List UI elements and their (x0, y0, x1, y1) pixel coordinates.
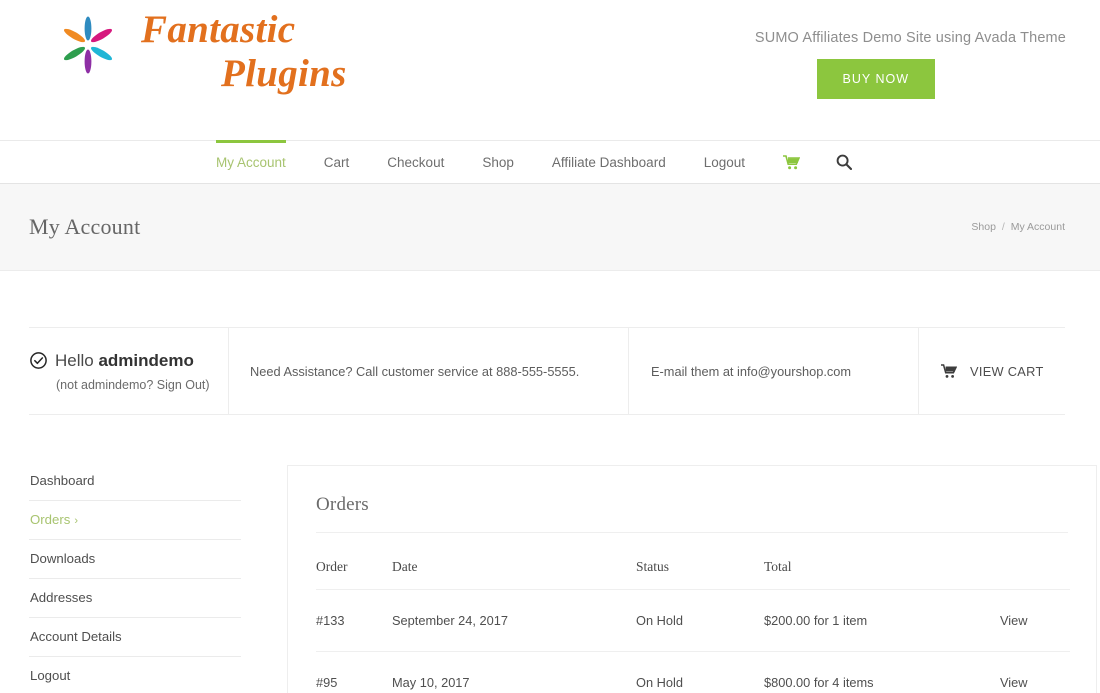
sidebar-item-dashboard[interactable]: Dashboard (29, 465, 241, 501)
sidebar-item-label: Dashboard (30, 473, 95, 488)
nav-label: Logout (703, 154, 745, 170)
sidebar-item-addresses[interactable]: Addresses (29, 579, 241, 618)
nav-label: My Account (216, 154, 286, 170)
main-navigation: My Account Cart Checkout Shop Affiliate … (0, 140, 1100, 184)
cell-status: On Hold (636, 651, 764, 693)
nav-item-checkout[interactable]: Checkout (387, 141, 444, 183)
cell-total: $800.00 for 4 items (764, 651, 1000, 693)
orders-heading: Orders (316, 494, 1068, 533)
nav-label: Cart (323, 154, 350, 170)
greeting-text: Hello admindemo (55, 351, 194, 371)
shopping-cart-icon[interactable] (783, 141, 800, 183)
header-right-block: SUMO Affiliates Demo Site using Avada Th… (755, 30, 1066, 99)
sidebar-item-orders[interactable]: Orders › (29, 501, 241, 540)
nav-item-logout[interactable]: Logout (704, 141, 745, 183)
signout-row: (not admindemo? Sign Out) (30, 378, 210, 392)
breadcrumb-parent[interactable]: Shop (971, 221, 996, 233)
cell-action[interactable]: View (1000, 589, 1070, 652)
account-info-bar: Hello admindemo (not admindemo? Sign Out… (29, 327, 1065, 415)
check-circle-icon (30, 352, 47, 369)
sidebar-item-label: Downloads (30, 551, 96, 566)
breadcrumb: Shop / My Account (971, 221, 1065, 233)
orders-table-body: #133 September 24, 2017 On Hold $200.00 … (316, 589, 1070, 693)
sidebar-item-label: Orders (30, 512, 71, 527)
sidebar-item-logout[interactable]: Logout (29, 657, 241, 693)
buy-now-button[interactable]: BUY NOW (816, 59, 935, 99)
greeting-prefix: Hello (55, 350, 99, 370)
logo-line-1: Fantastic (141, 8, 296, 51)
view-order-link[interactable]: View (1000, 613, 1028, 628)
assistance-text: Need Assistance? Call customer service a… (250, 363, 580, 379)
orders-panel: Orders Order Date Status Total #133 Sept… (287, 465, 1097, 693)
search-icon[interactable] (836, 141, 852, 183)
signout-link[interactable]: (not admindemo? Sign Out) (56, 378, 210, 392)
breadcrumb-current: My Account (1010, 221, 1065, 233)
starburst-flower-logo-icon (63, 16, 113, 74)
table-row: #95 May 10, 2017 On Hold $800.00 for 4 i… (316, 651, 1070, 693)
main-content: Dashboard Orders › Downloads Addresses Ac… (0, 465, 1100, 693)
column-header-date: Date (392, 533, 636, 590)
sidebar-item-account-details[interactable]: Account Details (29, 618, 241, 657)
cell-action[interactable]: View (1000, 651, 1070, 693)
page-title: My Account (29, 214, 141, 239)
account-sidebar: Dashboard Orders › Downloads Addresses Ac… (29, 465, 241, 693)
column-header-order: Order (316, 533, 392, 590)
site-logo[interactable]: Fantastic Plugins (57, 8, 347, 96)
username: admindemo (98, 350, 194, 370)
cell-order: #133 (316, 589, 392, 652)
sidebar-item-label: Addresses (30, 590, 93, 605)
greeting-row: Hello admindemo (30, 351, 194, 371)
orders-table: Order Date Status Total #133 September 2… (316, 533, 1070, 693)
breadcrumb-separator: / (1001, 221, 1005, 233)
page-title-bar: My Account Shop / My Account (0, 184, 1100, 271)
site-header: Fantastic Plugins SUMO Affiliates Demo S… (0, 0, 1100, 140)
table-row: #133 September 24, 2017 On Hold $200.00 … (316, 589, 1070, 652)
sidebar-item-label: Logout (30, 668, 71, 683)
sidebar-item-downloads[interactable]: Downloads (29, 540, 241, 579)
cart-icon (941, 363, 957, 378)
logo-wordmark: Fantastic Plugins (141, 8, 347, 96)
nav-item-my-account[interactable]: My Account (216, 140, 286, 183)
nav-item-cart[interactable]: Cart (324, 141, 350, 183)
nav-label: Affiliate Dashboard (551, 154, 666, 170)
column-header-status: Status (636, 533, 764, 590)
logo-line-2: Plugins (221, 52, 347, 95)
view-order-link[interactable]: View (1000, 675, 1028, 690)
site-tagline: SUMO Affiliates Demo Site using Avada Th… (754, 30, 1066, 46)
nav-item-shop[interactable]: Shop (482, 141, 514, 183)
chevron-right-icon: › (74, 515, 78, 527)
column-header-action (1000, 533, 1070, 590)
sidebar-item-label: Account Details (30, 629, 122, 644)
column-header-total: Total (764, 533, 1000, 590)
cell-date: May 10, 2017 (392, 651, 636, 693)
greeting-cell: Hello admindemo (not admindemo? Sign Out… (29, 328, 229, 414)
cell-date: September 24, 2017 (392, 589, 636, 652)
nav-label: Shop (482, 154, 514, 170)
view-cart-button[interactable]: VIEW CART (919, 328, 1065, 414)
orders-header-row: Order Date Status Total (316, 533, 1070, 590)
cell-total: $200.00 for 1 item (764, 589, 1000, 652)
nav-item-affiliate-dashboard[interactable]: Affiliate Dashboard (552, 141, 666, 183)
orders-table-head: Order Date Status Total (316, 533, 1070, 590)
email-text: E-mail them at info@yourshop.com (651, 363, 852, 379)
info-bar-wrapper: Hello admindemo (not admindemo? Sign Out… (0, 327, 1100, 415)
cell-status: On Hold (636, 589, 764, 652)
assistance-cell: Need Assistance? Call customer service a… (229, 328, 629, 414)
email-cell: E-mail them at info@yourshop.com (629, 328, 919, 414)
cell-order: #95 (316, 651, 392, 693)
nav-label: Checkout (387, 154, 445, 170)
view-cart-label: VIEW CART (970, 363, 1044, 379)
